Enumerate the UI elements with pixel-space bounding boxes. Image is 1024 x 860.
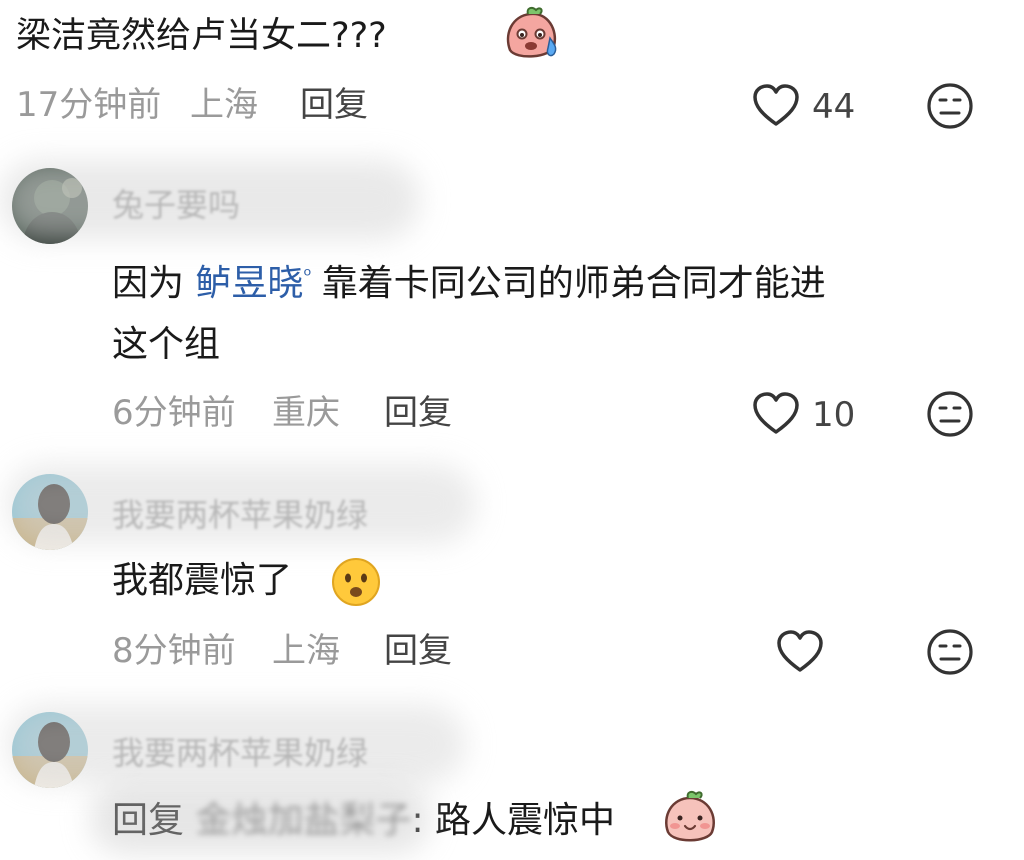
username[interactable]: 兔子要吗 xyxy=(112,180,240,230)
like-count: 44 xyxy=(812,87,856,127)
comment-location: 重庆 xyxy=(272,393,340,433)
username[interactable]: 我要两杯苹果奶绿 xyxy=(112,490,368,540)
mention-link[interactable]: 鲈昱晓 xyxy=(195,263,303,304)
search-icon: ᵒ xyxy=(303,263,312,287)
comment-text-line2: 这个组 xyxy=(112,324,221,365)
heart-outline-icon[interactable] xyxy=(752,392,800,436)
comment-location: 上海 xyxy=(272,631,340,671)
comment-text-suffix: 靠着卡同公司的师弟合同才能进 xyxy=(321,263,826,304)
reply-button[interactable]: 回复 xyxy=(384,388,452,438)
reply-button[interactable]: 回复 xyxy=(384,626,452,676)
reply-target-blur xyxy=(90,784,430,854)
meh-face-icon[interactable] xyxy=(926,82,974,130)
comment-text: 我都震惊了 xyxy=(112,560,293,601)
comment-time: 6分钟前 xyxy=(112,393,236,433)
surprised-face-emoji xyxy=(332,558,380,606)
blushing-blob-emoji xyxy=(665,790,715,842)
comment-text-prefix: 因为 xyxy=(112,263,185,304)
heart-outline-icon[interactable] xyxy=(752,84,800,128)
comment-location: 上海 xyxy=(190,85,258,125)
sweating-blob-emoji xyxy=(506,6,557,58)
reply-button[interactable]: 回复 xyxy=(300,80,368,130)
comment-text: 因为 鲈昱晓ᵒ 靠着卡同公司的师弟合同才能进 xyxy=(112,240,826,319)
top-comment-text: 梁洁竟然给卢当女二??? xyxy=(16,16,387,56)
comment-text: 我都震惊了 xyxy=(112,546,292,616)
meh-face-icon[interactable] xyxy=(926,390,974,438)
meh-face-icon[interactable] xyxy=(926,628,974,676)
username[interactable]: 我要两杯苹果奶绿 xyxy=(112,728,368,778)
comment-text: : 路人震惊中 xyxy=(411,800,616,841)
comment-time: 17分钟前 xyxy=(16,85,162,125)
like-count: 10 xyxy=(812,395,856,435)
heart-outline-icon[interactable] xyxy=(776,630,824,674)
comment-time: 8分钟前 xyxy=(112,631,236,671)
